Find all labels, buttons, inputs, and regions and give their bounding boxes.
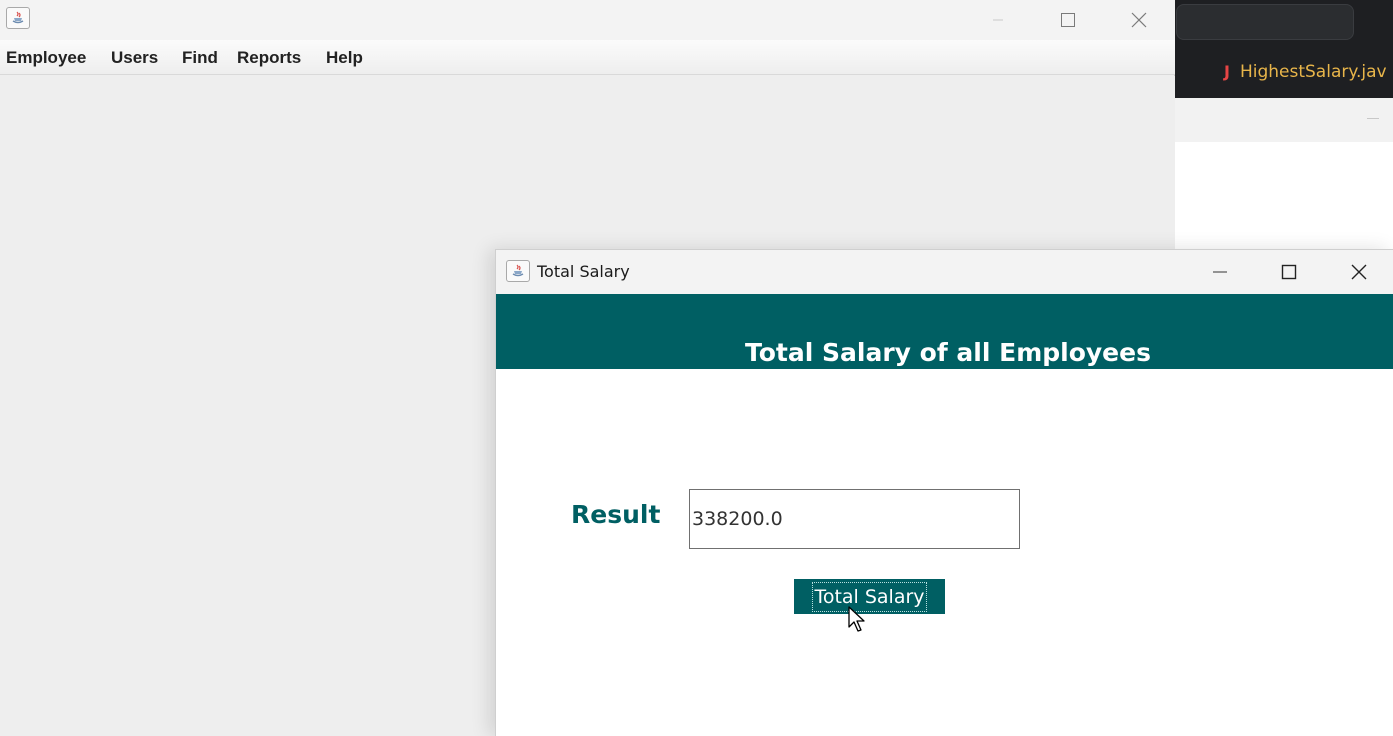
dialog-heading-text: Total Salary of all Employees [745,338,1151,367]
menu-users[interactable]: Users [111,48,158,68]
total-salary-dialog: Total Salary Total Salary of all Employe… [495,249,1393,736]
dialog-minimize-button[interactable] [1190,250,1250,294]
menu-reports[interactable]: Reports [237,48,301,68]
java-app-icon [506,260,530,282]
ide-editor-tab[interactable]: J HighestSalary.jav [1224,62,1387,90]
total-salary-button-label: Total Salary [812,581,927,612]
menu-help[interactable]: Help [326,48,363,68]
main-window-titlebar [0,0,1175,40]
dialog-heading: Total Salary of all Employees [496,338,1393,367]
mouse-cursor-icon [848,606,865,632]
menu-find[interactable]: Find [182,48,218,68]
minimize-panel-icon[interactable] [1367,118,1379,119]
dialog-titlebar: Total Salary [496,250,1393,294]
close-button[interactable] [1109,0,1169,40]
dialog-title: Total Salary [537,262,630,281]
minimize-button[interactable] [968,0,1028,40]
java-app-icon [6,7,30,29]
result-field[interactable] [689,489,1020,549]
ide-search-box[interactable] [1176,4,1354,40]
total-salary-button[interactable]: Total Salary [794,579,945,614]
result-label: Result [571,500,661,529]
menu-employee[interactable]: Employee [6,48,86,68]
maximize-button[interactable] [1038,0,1098,40]
dialog-maximize-button[interactable] [1259,250,1319,294]
dialog-close-button[interactable] [1329,250,1389,294]
ide-panel-header [1174,98,1393,142]
ide-tab-label: HighestSalary.jav [1239,62,1387,82]
java-file-icon: J [1224,62,1230,81]
ide-toolbar: J HighestSalary.jav [1174,0,1393,98]
menu-bar: Employee Users Find Reports Help [0,40,1175,75]
